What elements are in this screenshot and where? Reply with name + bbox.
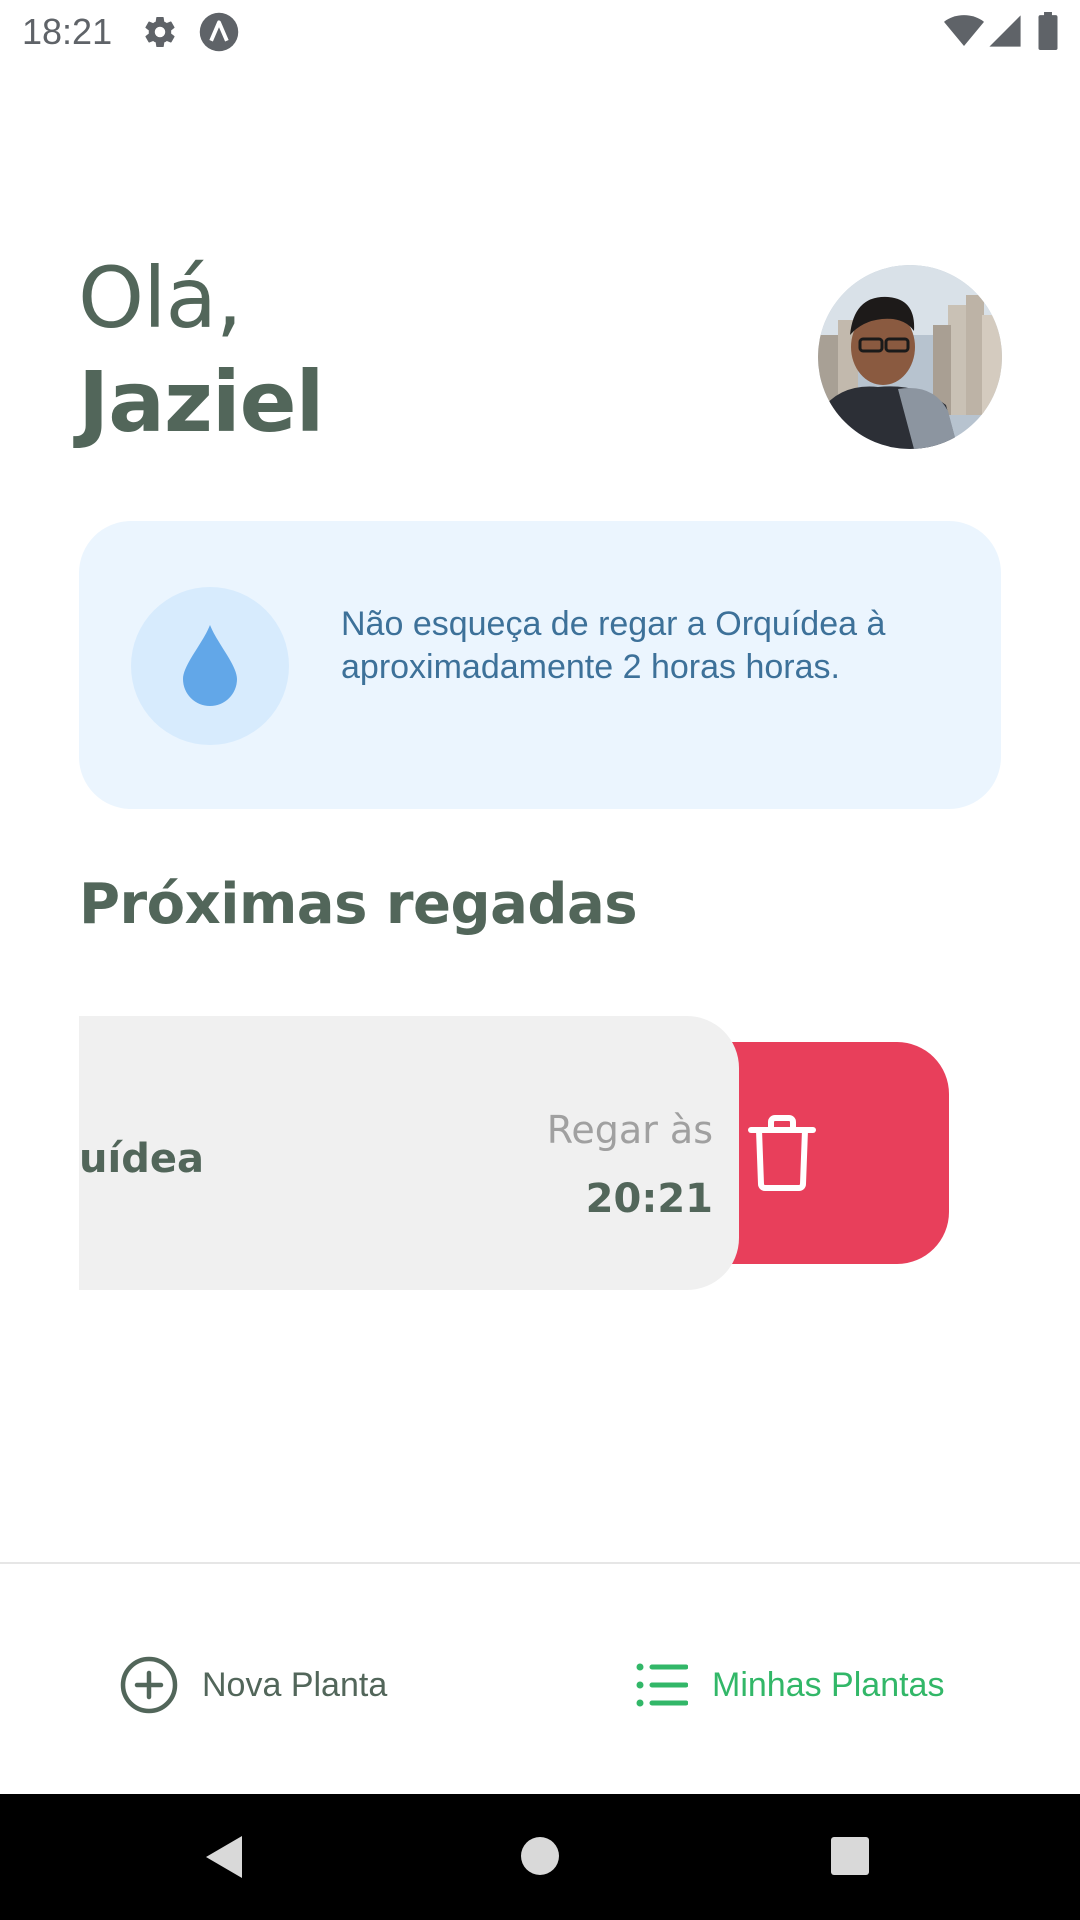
watering-tip-card: Não esqueça de regar a Orquídea à aproxi…: [79, 521, 1001, 809]
plant-name: uídea: [79, 1136, 204, 1182]
tip-icon-container: [131, 587, 289, 745]
tab-label-nova-planta: Nova Planta: [202, 1665, 388, 1704]
bottom-tab-bar: Nova Planta Minhas Plantas: [0, 1564, 1080, 1794]
tab-nova-planta[interactable]: Nova Planta: [120, 1655, 387, 1715]
plant-card[interactable]: uídea Regar às 20:21: [79, 1016, 739, 1290]
tab-minhas-plantas[interactable]: Minhas Plantas: [636, 1655, 944, 1715]
water-label: Regar às: [546, 1108, 713, 1152]
home-icon[interactable]: [520, 1836, 560, 1876]
trash-icon: [748, 1115, 816, 1191]
status-time: 18:21: [22, 11, 113, 52]
plant-list: uídea Regar às 20:21: [79, 1010, 1029, 1295]
list-icon: [636, 1663, 688, 1707]
water-drop-icon: [183, 625, 237, 706]
tab-label-minhas-plantas: Minhas Plantas: [712, 1665, 945, 1704]
section-title: Próximas regadas: [79, 872, 638, 937]
a-letter-icon: [199, 12, 239, 52]
recents-icon[interactable]: [830, 1836, 870, 1876]
status-bar: 18:21: [0, 0, 1080, 63]
signal-icon: [989, 15, 1021, 47]
avatar[interactable]: [818, 265, 1002, 449]
tip-text: Não esqueça de regar a Orquídea à aproxi…: [341, 605, 886, 686]
battery-icon: [1038, 12, 1058, 50]
add-circle-icon: [120, 1656, 178, 1714]
avatar-image: [818, 265, 1002, 449]
wifi-icon: [944, 15, 984, 46]
username-text: Jaziel: [78, 353, 324, 451]
water-time: 20:21: [585, 1176, 713, 1222]
system-nav-bar: [0, 1794, 1080, 1920]
back-icon[interactable]: [204, 1834, 244, 1880]
greeting-text: Olá,: [78, 249, 243, 347]
settings-icon: [145, 17, 175, 48]
